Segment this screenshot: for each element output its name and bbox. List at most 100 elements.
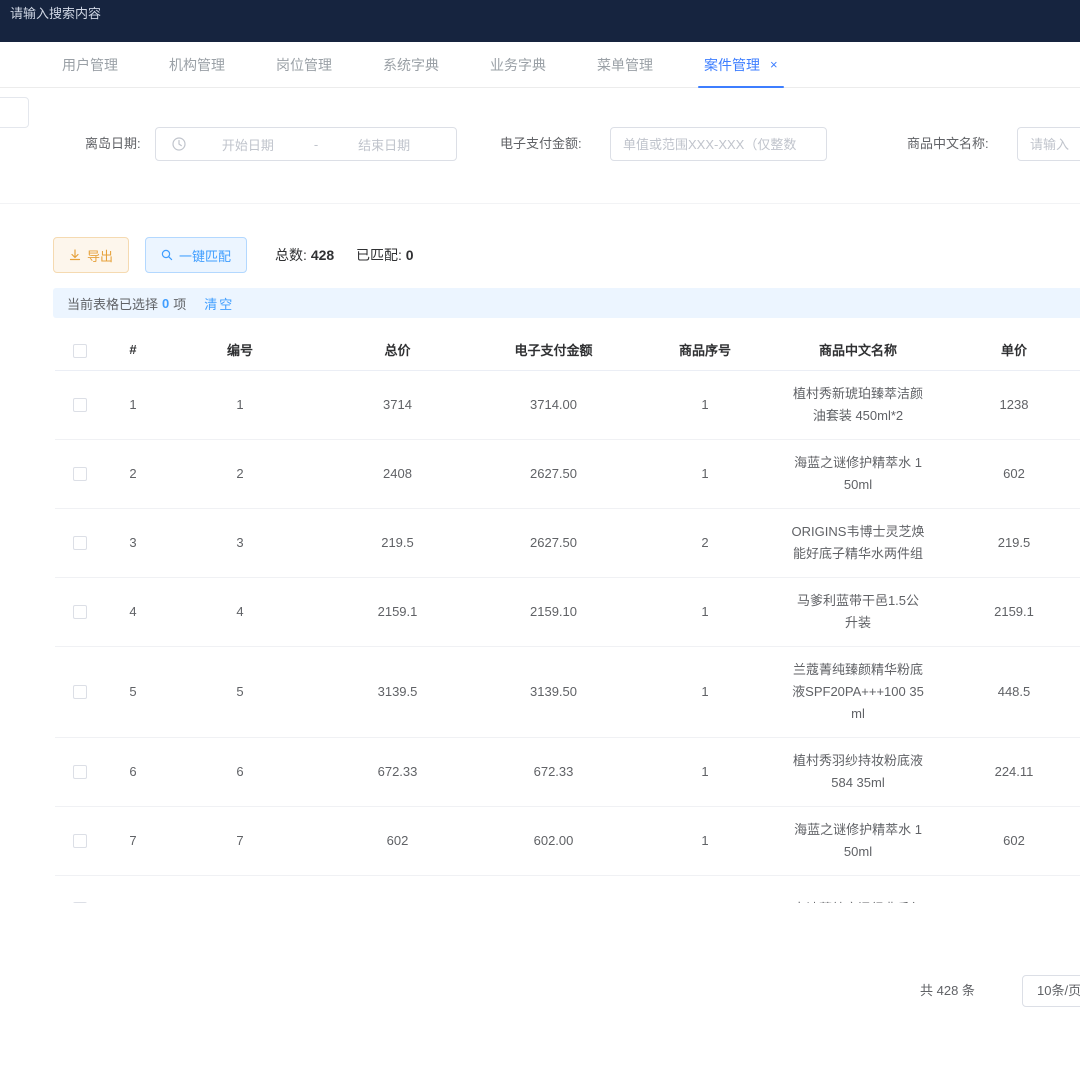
table-row: 33219.52627.502ORIGINS韦博士灵芝焕能好底子精华水两件组21… xyxy=(55,508,1080,577)
cell-total: 219.5 xyxy=(319,508,476,577)
export-button[interactable]: 导出 xyxy=(53,237,129,273)
tab-close-icon[interactable]: × xyxy=(770,57,778,72)
one-click-match-button[interactable]: 一键匹配 xyxy=(145,237,247,273)
tab-menu-management[interactable]: 菜单管理 xyxy=(595,42,655,88)
cell-num: 5 xyxy=(105,646,161,737)
clear-selection-link[interactable]: 清空 xyxy=(204,294,234,313)
date-range-picker[interactable]: 开始日期 - 结束日期 xyxy=(155,127,457,161)
cell-epay: 2627.50 xyxy=(476,439,631,508)
page-size-select[interactable]: 10条/页 xyxy=(1022,975,1080,1007)
tab-case-management[interactable]: 案件管理 × xyxy=(702,42,780,88)
cell-epay: 672.33 xyxy=(476,737,631,806)
start-date-placeholder[interactable]: 开始日期 xyxy=(186,135,310,154)
match-button-label: 一键匹配 xyxy=(179,246,231,265)
cell-code: 8 xyxy=(161,875,319,903)
cell-code: 6 xyxy=(161,737,319,806)
cell-price: 2159.1 xyxy=(937,577,1080,646)
col-header-total: 总价 xyxy=(319,330,476,370)
clock-icon xyxy=(172,137,186,151)
col-header-seq: 商品序号 xyxy=(631,330,779,370)
row-checkbox[interactable] xyxy=(73,605,87,619)
row-checkbox[interactable] xyxy=(73,834,87,848)
cell-total: 3139.5 xyxy=(319,646,476,737)
col-header-index: # xyxy=(105,330,161,370)
data-table: # 编号 总价 电子支付金额 商品序号 商品中文名称 单价 1137143714… xyxy=(55,330,1080,903)
cell-total: 2159.1 xyxy=(319,577,476,646)
row-checkbox[interactable] xyxy=(73,765,87,779)
table-row: 442159.12159.101马爹利蓝带干邑1.5公升装2159.1 xyxy=(55,577,1080,646)
row-checkbox[interactable] xyxy=(73,536,87,550)
col-header-price: 单价 xyxy=(937,330,1080,370)
export-button-label: 导出 xyxy=(87,246,113,265)
pagination-total: 共 428 条 xyxy=(920,975,975,1007)
tab-org-management[interactable]: 机构管理 xyxy=(167,42,227,88)
table-row: 553139.53139.501兰蔻菁纯臻颜精华粉底液SPF20PA+++100… xyxy=(55,646,1080,737)
selection-prefix: 当前表格已选择 xyxy=(67,294,158,313)
cell-seq: 1 xyxy=(631,370,779,439)
cell-name: 海蓝之谜修护精萃水 150ml xyxy=(779,439,937,508)
cell-price: 1238 xyxy=(937,370,1080,439)
totals-text: 总数: 428 已匹配: 0 xyxy=(275,245,414,265)
table-body: 1137143714.001植村秀新琥珀臻萃洁颜油套装 450ml*212382… xyxy=(55,370,1080,903)
selection-suffix: 项 xyxy=(173,294,186,313)
row-checkbox[interactable] xyxy=(73,398,87,412)
cell-num: 3 xyxy=(105,508,161,577)
epay-amount-label: 电子支付金额: xyxy=(500,127,582,161)
select-all-checkbox[interactable] xyxy=(73,344,87,358)
cell-seq: 1 xyxy=(631,737,779,806)
date-range-separator: - xyxy=(310,137,322,152)
total-value: 428 xyxy=(311,247,334,263)
cell-epay: 602.00 xyxy=(476,806,631,875)
pagination-bar: 共 428 条 10条/页 xyxy=(0,975,1080,1007)
search-icon xyxy=(161,249,173,261)
cell-total: 672.33 xyxy=(319,737,476,806)
cell-name: ORIGINS韦博士灵芝焕能好底子精华水两件组 xyxy=(779,508,937,577)
cell-seq: 1 xyxy=(631,439,779,508)
product-name-input[interactable] xyxy=(1017,127,1080,161)
total-label: 总数: xyxy=(275,247,307,263)
tab-bar: 用户管理 机构管理 岗位管理 系统字典 业务字典 菜单管理 案件管理 × xyxy=(0,42,1080,88)
tab-post-management[interactable]: 岗位管理 xyxy=(274,42,334,88)
selection-bar: 当前表格已选择 0 项 清空 xyxy=(53,288,1080,318)
section-divider xyxy=(0,203,1080,204)
selection-count: 0 xyxy=(158,296,173,311)
cell-name: 卡诗菁纯亮泽经典香氛 xyxy=(779,875,937,903)
epay-amount-input[interactable] xyxy=(610,127,827,161)
cell-code: 5 xyxy=(161,646,319,737)
cell-name: 海蓝之谜修护精萃水 150ml xyxy=(779,806,937,875)
matched-value: 0 xyxy=(406,247,414,263)
end-date-placeholder[interactable]: 结束日期 xyxy=(322,135,446,154)
cell-num: 2 xyxy=(105,439,161,508)
cell-price: 448.5 xyxy=(937,646,1080,737)
cell-total: 2408 xyxy=(319,439,476,508)
cell-name: 马爹利蓝带干邑1.5公升装 xyxy=(779,577,937,646)
cell-code: 2 xyxy=(161,439,319,508)
cell-price: 219.5 xyxy=(937,508,1080,577)
row-checkbox[interactable] xyxy=(73,467,87,481)
col-header-code: 编号 xyxy=(161,330,319,370)
cell-name: 植村秀羽纱持妆粉底液584 35ml xyxy=(779,737,937,806)
row-checkbox[interactable] xyxy=(73,685,87,699)
cell-price: 472.10 xyxy=(937,875,1080,903)
global-search-input[interactable]: 请输入搜索内容 xyxy=(10,3,101,22)
top-navbar: 请输入搜索内容 xyxy=(0,0,1080,42)
table-row: 77602602.001海蓝之谜修护精萃水 150ml602 xyxy=(55,806,1080,875)
table-row: 881888.401888.401卡诗菁纯亮泽经典香氛472.10 xyxy=(55,875,1080,903)
table-row: 1137143714.001植村秀新琥珀臻萃洁颜油套装 450ml*21238 xyxy=(55,370,1080,439)
col-header-epay: 电子支付金额 xyxy=(476,330,631,370)
cell-total: 1888.40 xyxy=(319,875,476,903)
table-header-row: # 编号 总价 电子支付金额 商品序号 商品中文名称 单价 xyxy=(55,330,1080,370)
cell-price: 602 xyxy=(937,806,1080,875)
cell-code: 3 xyxy=(161,508,319,577)
tab-system-dict[interactable]: 系统字典 xyxy=(381,42,441,88)
filter-bar: 离岛日期: 开始日期 - 结束日期 电子支付金额: 商品中文名称: xyxy=(0,127,1080,161)
cell-seq: 1 xyxy=(631,577,779,646)
tab-business-dict[interactable]: 业务字典 xyxy=(488,42,548,88)
cell-epay: 2159.10 xyxy=(476,577,631,646)
row-checkbox[interactable] xyxy=(73,902,87,903)
tab-user-management[interactable]: 用户管理 xyxy=(60,42,120,88)
cell-epay: 2627.50 xyxy=(476,508,631,577)
cell-num: 7 xyxy=(105,806,161,875)
date-filter-label: 离岛日期: xyxy=(85,127,141,161)
cell-code: 7 xyxy=(161,806,319,875)
